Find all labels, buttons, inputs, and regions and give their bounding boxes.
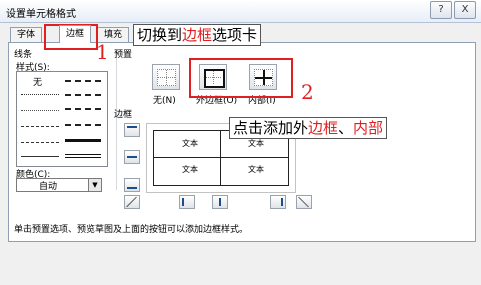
border-callout-highlight-inside: 内部 [353, 119, 384, 137]
line-group-label: 线条 [14, 50, 33, 60]
step-number-2: 2 [301, 80, 314, 104]
line-style-option[interactable] [65, 80, 101, 82]
border-diagonal-down-icon[interactable] [296, 195, 312, 209]
border-callout-highlight-border: 边框 [308, 119, 339, 137]
line-style-option[interactable] [65, 139, 101, 142]
line-style-option[interactable] [21, 110, 59, 111]
tab-callout-text-end: 选项卡 [212, 26, 258, 44]
preset-none-icon [157, 69, 176, 86]
line-style-option[interactable] [65, 94, 101, 96]
preset-none-label: 无(N) [153, 96, 176, 106]
border-group-label: 边框 [114, 110, 133, 120]
tab-callout-highlight: 边框 [182, 26, 213, 44]
help-button[interactable]: ? [430, 1, 452, 19]
line-style-list[interactable]: 无 [16, 71, 108, 167]
border-middle-vertical-icon[interactable] [212, 195, 228, 209]
preview-cell-text: 文本 [182, 165, 198, 174]
line-style-option[interactable] [21, 126, 59, 127]
line-style-option[interactable] [21, 94, 59, 95]
border-bottom-icon[interactable] [124, 178, 140, 192]
chevron-down-icon[interactable]: ▼ [88, 179, 101, 191]
highlight-preset-buttons [189, 58, 293, 98]
step-number-1: 1 [96, 40, 109, 64]
section-divider [116, 50, 117, 190]
border-callout-text: 点击添加外 [233, 119, 309, 137]
border-top-icon[interactable] [124, 123, 140, 137]
hint-text: 单击预置选项、预览草图及上面的按钮可以添加边框样式。 [14, 225, 249, 235]
line-style-option[interactable] [21, 156, 59, 157]
border-middle-horizontal-icon[interactable] [124, 150, 140, 164]
presets-group-label: 预置 [114, 50, 133, 60]
border-diagonal-up-icon[interactable] [124, 195, 140, 209]
preset-none-button[interactable] [152, 64, 180, 90]
tab-border[interactable]: 边框 [59, 25, 91, 43]
dialog-title: 设置单元格格式 [6, 9, 76, 20]
border-left-icon[interactable] [179, 195, 195, 209]
tab-font[interactable]: 字体 [10, 27, 42, 42]
preview-cell-text: 文本 [182, 139, 198, 148]
format-cells-dialog: 设置单元格格式 ? X 字体 边框 填充 线条 样式(S): 无 颜色(C): … [0, 0, 481, 285]
title-bar: 设置单元格格式 ? X [0, 0, 481, 23]
line-style-option[interactable] [65, 124, 101, 126]
close-button[interactable]: X [454, 1, 476, 19]
line-style-option[interactable] [65, 154, 101, 158]
line-color-select[interactable]: 自动 ▼ [16, 178, 102, 192]
line-style-option[interactable] [21, 142, 59, 143]
border-right-icon[interactable] [270, 195, 286, 209]
preview-cell-text: 文本 [248, 165, 264, 174]
border-callout: 点击添加外边框、内部 [229, 117, 388, 139]
line-style-none[interactable]: 无 [33, 75, 42, 88]
line-style-option[interactable] [65, 108, 101, 110]
line-color-value: 自动 [39, 182, 58, 192]
tab-callout: 切换到边框选项卡 [133, 24, 262, 46]
tab-callout-text: 切换到 [137, 26, 183, 44]
border-callout-separator: 、 [338, 119, 354, 137]
